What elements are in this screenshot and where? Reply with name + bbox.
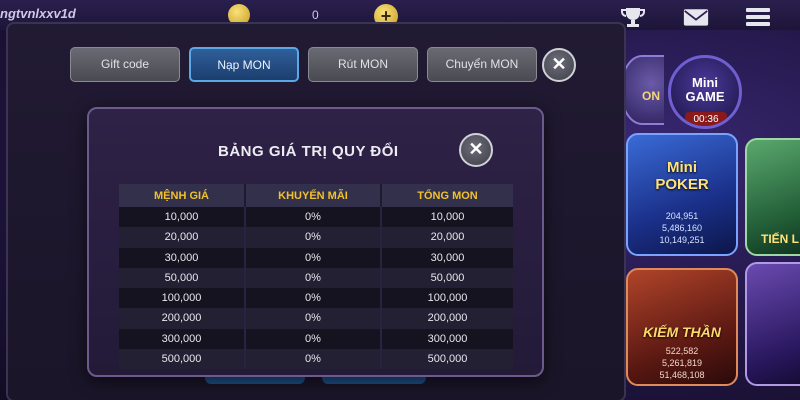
- dialog-close-icon[interactable]: ✕: [459, 133, 493, 167]
- poker-stat: 204,951: [665, 211, 699, 221]
- table-cell: 20,000: [119, 227, 246, 248]
- column-header: TỔNG MON: [381, 184, 513, 207]
- table-row: 10,000 0% 10,000: [119, 207, 513, 228]
- kiem-stat: 522,582: [665, 346, 699, 356]
- table-row: 300,000 0% 300,000: [119, 328, 513, 349]
- table-row: 500,000 0% 500,000: [119, 348, 513, 369]
- table-cell: 500,000: [381, 348, 513, 369]
- app-screen: ngtvnlxxv1d 0 + ON Mini GAME 00:36 Mini …: [0, 0, 800, 400]
- minigame-title-line-1: Mini: [692, 75, 718, 90]
- table-cell: 50,000: [119, 267, 246, 288]
- kiem-than-title: KIẾM THẦN: [643, 324, 721, 340]
- kiem-than-tile[interactable]: KIẾM THẦN 522,582 5,261,819 51,468,108: [626, 268, 738, 386]
- mini-poker-tile[interactable]: Mini POKER 204,951 5,486,160 10,149,251: [626, 133, 738, 256]
- column-header: KHUYẾN MÃI: [245, 184, 382, 207]
- tien-len-title: TIẾN L: [761, 232, 799, 246]
- poker-stat: 10,149,251: [659, 235, 705, 245]
- table-cell: 300,000: [119, 328, 246, 349]
- table-cell: 500,000: [119, 348, 246, 369]
- table-cell: 100,000: [119, 288, 246, 309]
- table-cell: 200,000: [119, 308, 246, 329]
- table-row: 30,000 0% 30,000: [119, 247, 513, 268]
- tab-chuyen-mon[interactable]: Chuyển MON: [427, 47, 537, 82]
- table-row: 200,000 0% 200,000: [119, 308, 513, 329]
- dialog-title: BẢNG GIÁ TRỊ QUY ĐỔI: [218, 143, 399, 160]
- kiem-stat: 5,261,819: [661, 358, 703, 368]
- panel-close-icon[interactable]: ✕: [542, 48, 576, 82]
- balance: 0: [312, 8, 319, 22]
- minigame-title: Mini GAME: [671, 76, 739, 104]
- table-cell: 100,000: [381, 288, 513, 309]
- tab-gift-code[interactable]: Gift code: [70, 47, 180, 82]
- table-header-row: MỆNH GIÁ KHUYẾN MÃI TỔNG MON: [119, 184, 513, 207]
- exchange-rate-table: MỆNH GIÁ KHUYẾN MÃI TỔNG MON 10,000 0% 10,…: [119, 184, 513, 369]
- table-cell: 10,000: [381, 207, 513, 228]
- table-cell: 30,000: [119, 247, 246, 268]
- column-header: MỆNH GIÁ: [119, 184, 246, 207]
- table-cell: 0%: [245, 207, 382, 228]
- table-row: 100,000 0% 100,000: [119, 288, 513, 309]
- table-cell: 200,000: [381, 308, 513, 329]
- table-cell: 0%: [245, 227, 382, 248]
- table-row: 50,000 0% 50,000: [119, 267, 513, 288]
- table-cell: 0%: [245, 348, 382, 369]
- menu-icon[interactable]: [745, 6, 771, 28]
- table-cell: 0%: [245, 328, 382, 349]
- table-cell: 30,000: [381, 247, 513, 268]
- poker-title-line-2: POKER: [655, 176, 709, 193]
- poker-stat: 5,486,160: [661, 223, 703, 233]
- table-row: 20,000 0% 20,000: [119, 227, 513, 248]
- mail-icon[interactable]: [683, 6, 709, 28]
- table-cell: 0%: [245, 247, 382, 268]
- poker-title-line-1: Mini: [667, 159, 697, 176]
- table-cell: 50,000: [381, 267, 513, 288]
- tab-rut-mon[interactable]: Rút MON: [308, 47, 418, 82]
- game-tile-partial[interactable]: [745, 262, 800, 386]
- table-cell: 20,000: [381, 227, 513, 248]
- game-tile-partial[interactable]: ON: [620, 55, 664, 125]
- table-cell: 0%: [245, 288, 382, 309]
- table-cell: 10,000: [119, 207, 246, 228]
- table-cell: 300,000: [381, 328, 513, 349]
- poker-title: Mini POKER: [628, 159, 736, 193]
- table-cell: 0%: [245, 308, 382, 329]
- minigame-timer: 00:36: [685, 112, 727, 126]
- minigame-button[interactable]: Mini GAME 00:36: [668, 55, 742, 129]
- tien-len-tile[interactable]: TIẾN L: [745, 138, 800, 256]
- kiem-stat: 51,468,108: [659, 370, 705, 380]
- minigame-title-line-2: GAME: [685, 89, 725, 104]
- game-tile-label: ON: [642, 89, 660, 103]
- table-cell: 0%: [245, 267, 382, 288]
- tab-nap-mon[interactable]: Nạp MON: [189, 47, 299, 82]
- username: ngtvnlxxv1d: [0, 6, 76, 21]
